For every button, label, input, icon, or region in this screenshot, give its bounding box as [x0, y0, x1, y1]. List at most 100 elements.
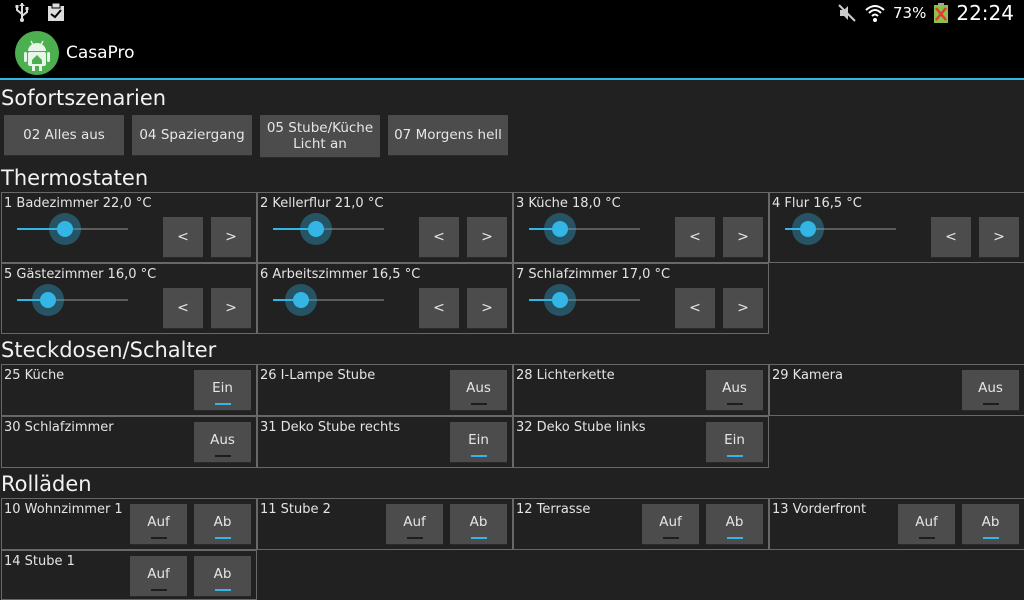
shutter-card: 10 Wohnzimmer 1 Auf Ab: [1, 498, 257, 550]
thermostat-card: 7 Schlafzimmer 17,0 °C < >: [513, 263, 769, 334]
increase-button[interactable]: >: [467, 288, 507, 328]
button-label: Ab: [469, 514, 488, 530]
scenario-button[interactable]: 07 Morgens hell: [388, 115, 508, 155]
shutter-down-button[interactable]: Ab: [706, 504, 763, 544]
toggle-label: Aus: [722, 380, 747, 396]
socket-card: 30 Schlafzimmer Aus: [1, 416, 257, 468]
toggle-indicator: [470, 403, 487, 405]
battery-icon: [934, 2, 949, 23]
shutter-label: 11 Stube 2: [260, 502, 331, 517]
button-label: Auf: [147, 514, 170, 530]
increase-button[interactable]: >: [211, 288, 251, 328]
thermostat-card: 5 Gästezimmer 16,0 °C < >: [1, 263, 257, 334]
shutter-label: 13 Vorderfront: [772, 502, 867, 517]
button-indicator: [406, 537, 423, 539]
section-title-shutters: Rolläden: [1, 472, 92, 496]
socket-toggle[interactable]: Aus: [706, 370, 763, 410]
button-label: Ab: [213, 514, 232, 530]
slider-thumb[interactable]: [544, 284, 577, 316]
socket-toggle[interactable]: Ein: [194, 370, 251, 410]
toggle-label: Ein: [724, 432, 745, 448]
button-label: Ab: [213, 566, 232, 582]
android-home-icon[interactable]: [15, 31, 59, 75]
thermostat-card: 4 Flur 16,5 °C < >: [769, 192, 1024, 263]
shutter-up-button[interactable]: Auf: [130, 556, 187, 596]
shutter-card: 13 Vorderfront Auf Ab: [769, 498, 1024, 550]
socket-card: 25 Küche Ein: [1, 364, 257, 416]
toggle-indicator: [726, 403, 743, 405]
decrease-button[interactable]: <: [419, 217, 459, 257]
decrease-button[interactable]: <: [675, 288, 715, 328]
increase-button[interactable]: >: [467, 217, 507, 257]
thermostat-card: 6 Arbeitszimmer 16,5 °C < >: [257, 263, 513, 334]
decrease-button[interactable]: <: [163, 288, 203, 328]
socket-card: 29 Kamera Aus: [769, 364, 1024, 416]
button-label: Auf: [659, 514, 682, 530]
thermostat-label: 2 Kellerflur 21,0 °C: [260, 196, 384, 211]
thermostat-card: 1 Badezimmer 22,0 °C < >: [1, 192, 257, 263]
action-bar: CasaPro: [0, 25, 1024, 80]
slider-thumb[interactable]: [792, 213, 825, 245]
temperature-slider[interactable]: [529, 284, 640, 316]
temperature-slider[interactable]: [273, 213, 384, 245]
toggle-indicator: [214, 403, 231, 405]
shutter-down-button[interactable]: Ab: [450, 504, 507, 544]
toggle-label: Aus: [210, 432, 235, 448]
socket-toggle[interactable]: Aus: [962, 370, 1019, 410]
slider-thumb[interactable]: [300, 213, 333, 245]
slider-thumb[interactable]: [48, 213, 81, 245]
socket-label: 31 Deko Stube rechts: [260, 420, 401, 435]
increase-button[interactable]: >: [723, 288, 763, 328]
button-label: Auf: [403, 514, 426, 530]
shutter-down-button[interactable]: Ab: [962, 504, 1019, 544]
decrease-button[interactable]: <: [163, 217, 203, 257]
scenario-button[interactable]: 04 Spaziergang: [132, 115, 252, 155]
socket-toggle[interactable]: Aus: [194, 422, 251, 462]
temperature-slider[interactable]: [17, 284, 128, 316]
shutter-card: 14 Stube 1 Auf Ab: [1, 550, 257, 600]
button-indicator: [726, 537, 743, 539]
thermostat-label: 3 Küche 18,0 °C: [516, 196, 621, 211]
scenario-button[interactable]: 05 Stube/Küche Licht an: [260, 115, 380, 157]
toggle-label: Aus: [466, 380, 491, 396]
increase-button[interactable]: >: [723, 217, 763, 257]
button-indicator: [918, 537, 935, 539]
section-title-scenarios: Sofortszenarien: [1, 86, 167, 110]
thermostat-label: 1 Badezimmer 22,0 °C: [4, 196, 152, 211]
slider-thumb[interactable]: [544, 213, 577, 245]
slider-thumb[interactable]: [284, 284, 317, 316]
button-indicator: [662, 537, 679, 539]
thermostat-card: 2 Kellerflur 21,0 °C < >: [257, 192, 513, 263]
temperature-slider[interactable]: [273, 284, 384, 316]
socket-toggle[interactable]: Ein: [450, 422, 507, 462]
shutter-down-button[interactable]: Ab: [194, 504, 251, 544]
shutter-up-button[interactable]: Auf: [642, 504, 699, 544]
shutter-up-button[interactable]: Auf: [130, 504, 187, 544]
socket-label: 28 Lichterkette: [516, 368, 615, 383]
button-indicator: [982, 537, 999, 539]
increase-button[interactable]: >: [211, 217, 251, 257]
button-label: Ab: [981, 514, 1000, 530]
shutter-up-button[interactable]: Auf: [898, 504, 955, 544]
temperature-slider[interactable]: [17, 213, 128, 245]
shutter-up-button[interactable]: Auf: [386, 504, 443, 544]
toggle-indicator: [982, 403, 999, 405]
socket-label: 25 Küche: [4, 368, 65, 383]
decrease-button[interactable]: <: [419, 288, 459, 328]
muted-icon: [838, 3, 856, 22]
scenario-button[interactable]: 02 Alles aus: [4, 115, 124, 155]
temperature-slider[interactable]: [529, 213, 640, 245]
button-indicator: [150, 589, 167, 591]
slider-thumb[interactable]: [32, 284, 65, 316]
shutter-label: 10 Wohnzimmer 1: [4, 502, 123, 517]
temperature-slider[interactable]: [785, 213, 896, 245]
decrease-button[interactable]: <: [675, 217, 715, 257]
socket-card: 26 I-Lampe Stube Aus: [257, 364, 513, 416]
decrease-button[interactable]: <: [931, 217, 971, 257]
button-indicator: [214, 537, 231, 539]
shutter-down-button[interactable]: Ab: [194, 556, 251, 596]
shutter-label: 12 Terrasse: [516, 502, 591, 517]
socket-toggle[interactable]: Ein: [706, 422, 763, 462]
increase-button[interactable]: >: [979, 217, 1019, 257]
socket-toggle[interactable]: Aus: [450, 370, 507, 410]
